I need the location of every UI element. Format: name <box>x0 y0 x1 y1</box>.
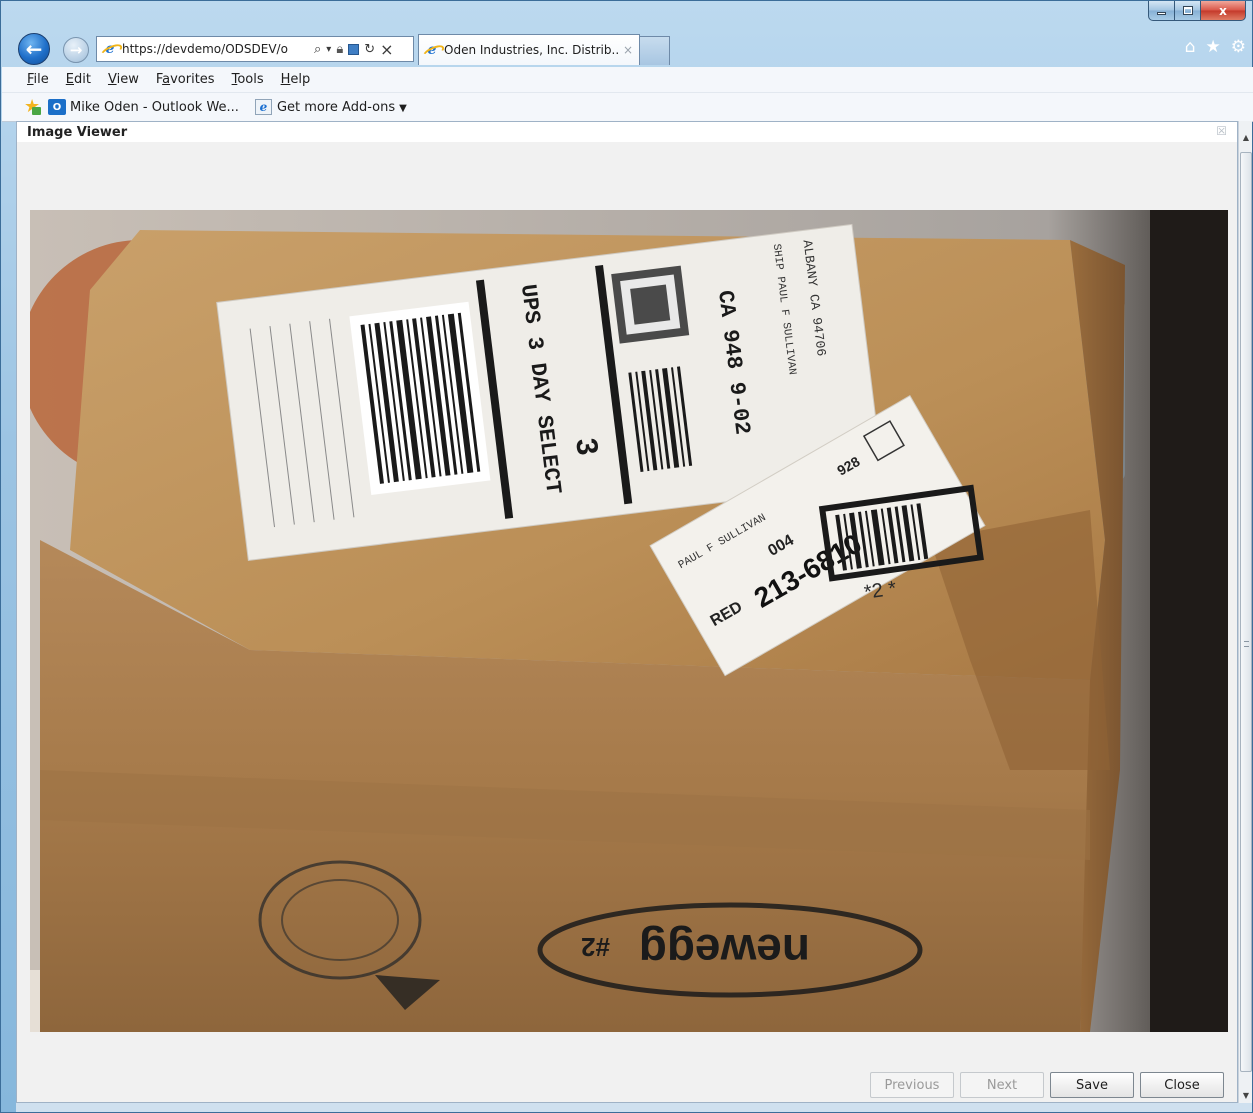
menu-view[interactable]: View <box>108 72 139 87</box>
address-bar-icons: ⌕ ▾ 🔒︎ ↻ × <box>314 40 394 59</box>
package-photo: UPS 3 DAY SELECT 3 CA 948 9-02 SHIP PAUL… <box>30 210 1228 1032</box>
save-button[interactable]: Save <box>1050 1072 1134 1098</box>
close-icon: x <box>1219 3 1227 18</box>
add-favorites-icon[interactable]: ★ <box>24 98 42 116</box>
tab-close-icon[interactable]: × <box>623 43 633 57</box>
menu-help[interactable]: Help <box>281 72 311 87</box>
close-window-button[interactable]: x <box>1201 1 1246 21</box>
scroll-up-icon[interactable]: ▲ <box>1239 129 1253 145</box>
menu-file[interactable]: File <box>27 72 49 87</box>
next-button[interactable]: Next <box>960 1072 1044 1098</box>
menu-edit[interactable]: Edit <box>66 72 91 87</box>
vertical-scrollbar[interactable]: ▲ ▼ <box>1238 121 1252 1103</box>
outlook-icon: O <box>48 99 66 115</box>
close-button[interactable]: Close <box>1140 1072 1224 1098</box>
viewer-buttons: Previous Next Save Close <box>870 1072 1224 1098</box>
address-bar[interactable]: e https://devdemo/ODSDEV/o ⌕ ▾ 🔒︎ ↻ × <box>96 36 414 62</box>
lock-icon[interactable]: 🔒︎ <box>336 42 343 57</box>
ie-tab-icon: e <box>424 42 440 58</box>
toolbar-right-icons: ⌂ ★ ⚙ <box>1185 37 1246 57</box>
url-text[interactable]: https://devdemo/ODSDEV/o <box>122 42 312 56</box>
image-viewer-body: UPS 3 DAY SELECT 3 CA 948 9-02 SHIP PAUL… <box>17 142 1237 1102</box>
arrow-right-icon: → <box>69 40 83 59</box>
favorites-bar: ★ O Mike Oden - Outlook We... e Get more… <box>2 93 1253 122</box>
panel-title: Image Viewer <box>27 124 128 140</box>
favorite-addons-link[interactable]: Get more Add-ons ▼ <box>277 100 407 115</box>
favorite-outlook-link[interactable]: Mike Oden - Outlook We... <box>70 100 239 115</box>
search-icon[interactable]: ⌕ <box>314 42 321 57</box>
new-tab-button[interactable] <box>640 36 670 65</box>
arrow-left-icon: ← <box>25 37 43 61</box>
maximize-icon <box>1182 6 1193 15</box>
maximize-button[interactable] <box>1175 1 1201 21</box>
package-photo-svg: UPS 3 DAY SELECT 3 CA 948 9-02 SHIP PAUL… <box>30 210 1228 1032</box>
home-icon[interactable]: ⌂ <box>1185 37 1196 57</box>
compatibility-view-icon[interactable] <box>348 43 360 55</box>
menu-tools[interactable]: Tools <box>232 72 264 87</box>
ie-page-icon: e <box>102 41 118 57</box>
chevron-down-icon: ▼ <box>399 102 407 114</box>
panel-close-icon[interactable]: ☒ <box>1216 124 1227 138</box>
minimize-icon <box>1157 12 1166 15</box>
menu-favorites[interactable]: Favorites <box>156 72 215 87</box>
page-content: Image Viewer ☒ UPS 3 DAY SELECT 3 CA 948… <box>16 121 1238 1103</box>
minimize-button[interactable] <box>1148 1 1175 21</box>
forward-button[interactable]: → <box>63 37 89 63</box>
previous-button[interactable]: Previous <box>870 1072 954 1098</box>
tab-oden-industries[interactable]: e Oden Industries, Inc. Distrib... × <box>418 34 640 65</box>
refresh-icon[interactable]: ↻ <box>364 42 375 57</box>
favorites-star-icon[interactable]: ★ <box>1206 37 1221 57</box>
newegg-suffix-text: #2 <box>581 932 610 962</box>
navigation-row: ← → e https://devdemo/ODSDEV/o ⌕ ▾ 🔒︎ ↻ … <box>1 31 1253 65</box>
scroll-grip <box>1244 641 1249 647</box>
scroll-down-icon[interactable]: ▼ <box>1239 1087 1253 1103</box>
dropdown-icon[interactable]: ▾ <box>326 44 331 55</box>
newegg-text: newegg <box>639 925 810 977</box>
status-strip <box>16 1103 1252 1112</box>
stop-icon[interactable]: × <box>380 40 393 59</box>
label-barcode <box>349 301 491 495</box>
back-button[interactable]: ← <box>18 33 50 65</box>
background-dark <box>1150 210 1228 1032</box>
box-mark-text: *2 * <box>863 577 898 603</box>
menu-bar: File Edit View Favorites Tools Help <box>2 67 1253 93</box>
gear-icon[interactable]: ⚙ <box>1231 37 1246 57</box>
tab-title: Oden Industries, Inc. Distrib... <box>444 43 619 57</box>
image-viewer-header: Image Viewer ☒ <box>17 122 1237 142</box>
scroll-thumb[interactable] <box>1240 152 1252 1072</box>
ie-addons-icon: e <box>254 99 272 115</box>
window-controls: x <box>1148 1 1246 23</box>
